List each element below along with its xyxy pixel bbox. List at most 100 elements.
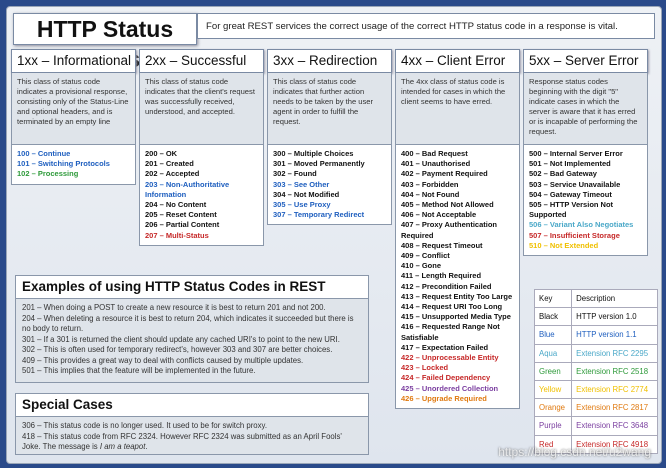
status-code-item: 410 – Gone (401, 261, 442, 271)
legend-description: Extension RFC 2518 (571, 361, 658, 381)
status-code-item: 507 – Insufficient Storage (529, 230, 620, 240)
legend-key: Black (533, 307, 573, 327)
column-description: The 4xx class of status code is intended… (395, 73, 520, 145)
column-heading: 4xx – Client Error (395, 49, 520, 73)
code-list: 200 – OK 201 – Created 202 – Accepted 203 –… (139, 145, 264, 246)
status-code-item: 201 – Created (145, 159, 194, 169)
column-heading: 2xx – Successful (139, 49, 264, 73)
status-code-item: 411 – Length Required (401, 271, 482, 281)
status-code-item: 303 – See Other (273, 179, 330, 189)
status-code-item: 205 – Reset Content (145, 210, 217, 220)
status-code-item: 424 – Failed Dependency (401, 373, 491, 383)
status-code-item: 423 – Locked (401, 363, 449, 373)
code-list: 400 – Bad Request 401 – Unauthorised 402 –… (395, 145, 520, 410)
status-code-item: 100 – Continue (17, 149, 71, 158)
status-code-item: 206 – Partial Content (145, 220, 220, 230)
example-line: 409 – This provides a great way to deal … (22, 355, 304, 365)
status-code-item: 503 – Service Unavailable (529, 179, 621, 189)
legend-key: Green (533, 361, 573, 381)
examples-heading: Examples of using HTTP Status Codes in R… (16, 276, 368, 299)
status-code-item: 405 – Method Not Allowed (401, 200, 494, 210)
teapot-text: I am a teapot (99, 442, 146, 451)
legend-key: Aqua (533, 343, 573, 363)
legend-description: Extension RFC 3648 (571, 416, 658, 436)
code-list: 500 – Internal Server Error 501 – Not Imp… (523, 145, 648, 257)
status-code-item: 401 – Unauthorised (401, 159, 471, 169)
status-code-item: 400 – Bad Request (401, 149, 468, 158)
legend-key: Yellow (533, 379, 573, 400)
special-case-418: 418 – This status code from RFC 2324. Ho… (22, 431, 342, 452)
status-code-item: 412 – Precondition Failed (401, 281, 492, 291)
status-code-item: 200 – OK (145, 149, 178, 158)
status-code-item: 506 – Variant Also Negotiates (529, 220, 634, 230)
column-heading: 5xx – Server Error (523, 49, 648, 73)
column-3xx: 3xx – Redirection This class of status c… (267, 49, 392, 226)
examples-section: Examples of using HTTP Status Codes in R… (15, 275, 369, 383)
legend-key: Purple (533, 416, 573, 436)
legend-description: Extension RFC 2774 (571, 379, 658, 400)
status-code-item: 504 – Gateway Timeout (529, 189, 612, 199)
legend-description: Extension RFC 2817 (571, 398, 658, 418)
header: HTTP Status Codes For great REST service… (11, 11, 657, 72)
legend-key: Orange (533, 398, 573, 418)
legend-description: HTTP version 1.1 (571, 325, 658, 345)
status-code-item: 202 – Accepted (145, 169, 200, 179)
column-description: Response status codes beginning with the… (523, 73, 648, 145)
column-4xx: 4xx – Client Error The 4xx class of stat… (395, 49, 520, 410)
legend-row: Yellow Extension RFC 2774 (533, 379, 658, 400)
column-description: This class of status code indicates that… (139, 73, 264, 145)
status-code-item: 304 – Not Modified (273, 189, 340, 199)
legend-row: Aqua Extension RFC 2295 (533, 343, 658, 363)
column-description: This class of status code indicates a pr… (11, 73, 136, 145)
status-code-item: 416 – Requested Range Not Satisfiable (401, 322, 500, 342)
special-cases-heading: Special Cases (16, 394, 368, 417)
code-list: 100 – Continue 101 – Switching Protocols 1… (11, 145, 136, 185)
legend-row: Green Extension RFC 2518 (533, 361, 658, 381)
example-line: 501 – This implies that the feature will… (22, 366, 256, 375)
column-5xx: 5xx – Server Error Response status codes… (523, 49, 648, 257)
status-code-item: 300 – Multiple Choices (273, 149, 354, 158)
special-case-306: 306 – This status code is no longer used… (22, 421, 268, 430)
example-line: 201 – When doing a POST to create a new … (22, 303, 326, 312)
column-description: This class of status code indicates that… (267, 73, 392, 145)
legend-key-header: Key (533, 288, 573, 309)
status-code-item: 203 – Non-Authoritative Information (145, 179, 230, 199)
legend-row: Black HTTP version 1.0 (533, 307, 658, 327)
poster: HTTP Status Codes For great REST service… (6, 6, 662, 464)
page-title: HTTP Status Codes (13, 13, 197, 72)
legend-row: Purple Extension RFC 3648 (533, 416, 658, 436)
status-code-item: 417 – Expectation Failed (401, 342, 489, 352)
legend-row: Orange Extension RFC 2817 (533, 398, 658, 418)
status-code-item: 425 – Unordered Collection (401, 383, 499, 393)
status-code-item: 415 – Unsupported Media Type (401, 312, 511, 322)
code-list: 300 – Multiple Choices 301 – Moved Perman… (267, 145, 392, 226)
column-heading: 1xx – Informational (11, 49, 136, 73)
status-code-item: 207 – Multi-Status (145, 230, 209, 240)
intro-text: For great REST services the correct usag… (197, 13, 655, 39)
status-code-item: 414 – Request URI Too Long (401, 302, 503, 312)
legend-key: Blue (533, 325, 573, 345)
status-code-item: 408 – Request Timeout (401, 240, 483, 250)
example-line: 204 – When deleting a resource it is bes… (22, 313, 354, 334)
status-code-item: 501 – Not Implemented (529, 159, 611, 169)
status-code-item: 301 – Moved Permanently (273, 159, 365, 169)
example-line: 302 – This is often used for temporary r… (22, 345, 333, 354)
status-code-item: 406 – Not Acceptable (401, 210, 477, 220)
column-heading: 3xx – Redirection (267, 49, 392, 73)
status-code-item: 403 – Forbidden (401, 179, 459, 189)
status-code-item: 407 – Proxy Authentication Required (401, 220, 497, 240)
legend-desc-header: Description (571, 288, 658, 309)
status-code-item: 307 – Temporary Redirect (273, 210, 365, 220)
status-code-item: 422 – Unprocessable Entity (401, 353, 499, 363)
status-code-item: 413 – Request Entity Too Large (401, 291, 513, 301)
legend-table: Key Description Black HTTP version 1.0 Blu… (533, 288, 658, 454)
legend-description: Extension RFC 2295 (571, 343, 658, 363)
example-line: 301 – If a 301 is returned the client sh… (22, 334, 340, 344)
legend-row: Blue HTTP version 1.1 (533, 325, 658, 345)
special-cases-body: 306 – This status code is no longer used… (16, 417, 368, 457)
legend-description: HTTP version 1.0 (571, 307, 658, 327)
status-code-item: 505 – HTTP Version Not Supported (529, 200, 614, 220)
examples-body: 201 – When doing a POST to create a new … (16, 299, 368, 381)
status-code-item: 204 – No Content (145, 200, 207, 210)
status-code-item: 409 – Conflict (401, 251, 450, 261)
